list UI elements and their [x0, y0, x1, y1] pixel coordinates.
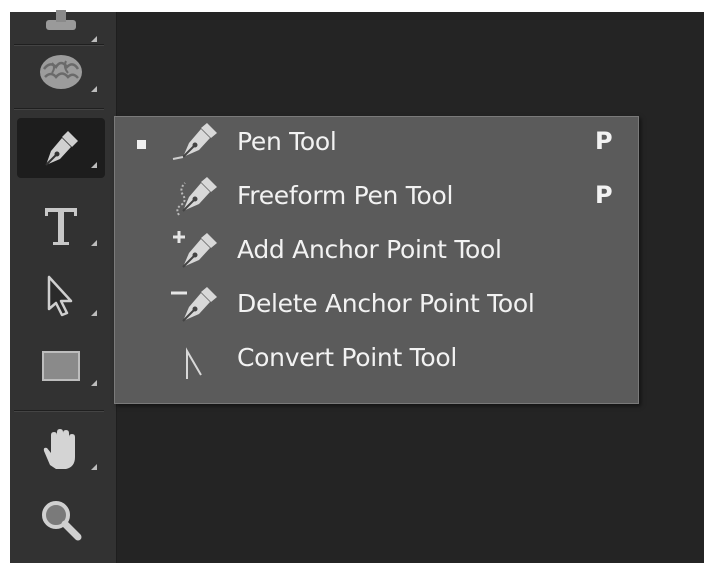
type-tool-icon — [45, 208, 77, 245]
path-selection-tool[interactable] — [17, 266, 105, 326]
menu-item-convert-point-tool[interactable]: Convert Point Tool — [115, 333, 638, 387]
rectangle-tool-icon — [42, 351, 80, 381]
rectangle-tool[interactable] — [17, 336, 105, 396]
menu-item-label: Delete Anchor Point Tool — [237, 289, 535, 318]
menu-item-label: Freeform Pen Tool — [237, 181, 454, 210]
hand-tool[interactable] — [17, 420, 105, 480]
zoom-tool-icon — [42, 501, 82, 541]
submenu-indicator — [91, 380, 97, 386]
menu-item-label: Add Anchor Point Tool — [237, 235, 502, 264]
type-tool[interactable] — [17, 196, 105, 256]
stamp-tool-icon — [46, 10, 76, 30]
submenu-indicator — [91, 310, 97, 316]
menu-item-freeform-pen-tool[interactable]: Freeform Pen Tool P — [115, 171, 638, 225]
path-selection-tool-icon — [47, 275, 73, 317]
zoom-tool[interactable] — [17, 490, 105, 550]
submenu-indicator — [91, 240, 97, 246]
sponge-tool-icon — [40, 55, 82, 89]
pen-tool-icon — [45, 131, 78, 166]
menu-item-shortcut: P — [595, 127, 613, 155]
submenu-indicator — [91, 86, 97, 92]
pen-tool[interactable] — [17, 118, 105, 178]
pen-tool-flyout-menu: Pen Tool P Freeform Pen Tool P Add Ancho… — [114, 116, 639, 404]
menu-item-pen-tool[interactable]: Pen Tool P — [115, 117, 638, 171]
toolbar-separator — [14, 410, 104, 412]
add-anchor-point-icon — [173, 231, 217, 268]
menu-item-shortcut: P — [595, 181, 613, 209]
menu-item-delete-anchor-point-tool[interactable]: Delete Anchor Point Tool — [115, 279, 638, 333]
submenu-indicator — [91, 464, 97, 470]
toolbar-separator — [14, 108, 104, 110]
menu-item-label: Convert Point Tool — [237, 343, 457, 372]
sponge-tool[interactable] — [17, 42, 105, 102]
menu-item-label: Pen Tool — [237, 127, 337, 156]
hand-tool-icon — [43, 429, 75, 469]
menu-item-add-anchor-point-tool[interactable]: Add Anchor Point Tool — [115, 225, 638, 279]
selected-indicator — [137, 140, 146, 149]
pen-icon — [172, 123, 217, 160]
convert-point-icon — [186, 347, 202, 379]
delete-anchor-point-icon — [171, 287, 217, 322]
submenu-indicator — [91, 162, 97, 168]
freeform-pen-icon — [176, 177, 217, 216]
